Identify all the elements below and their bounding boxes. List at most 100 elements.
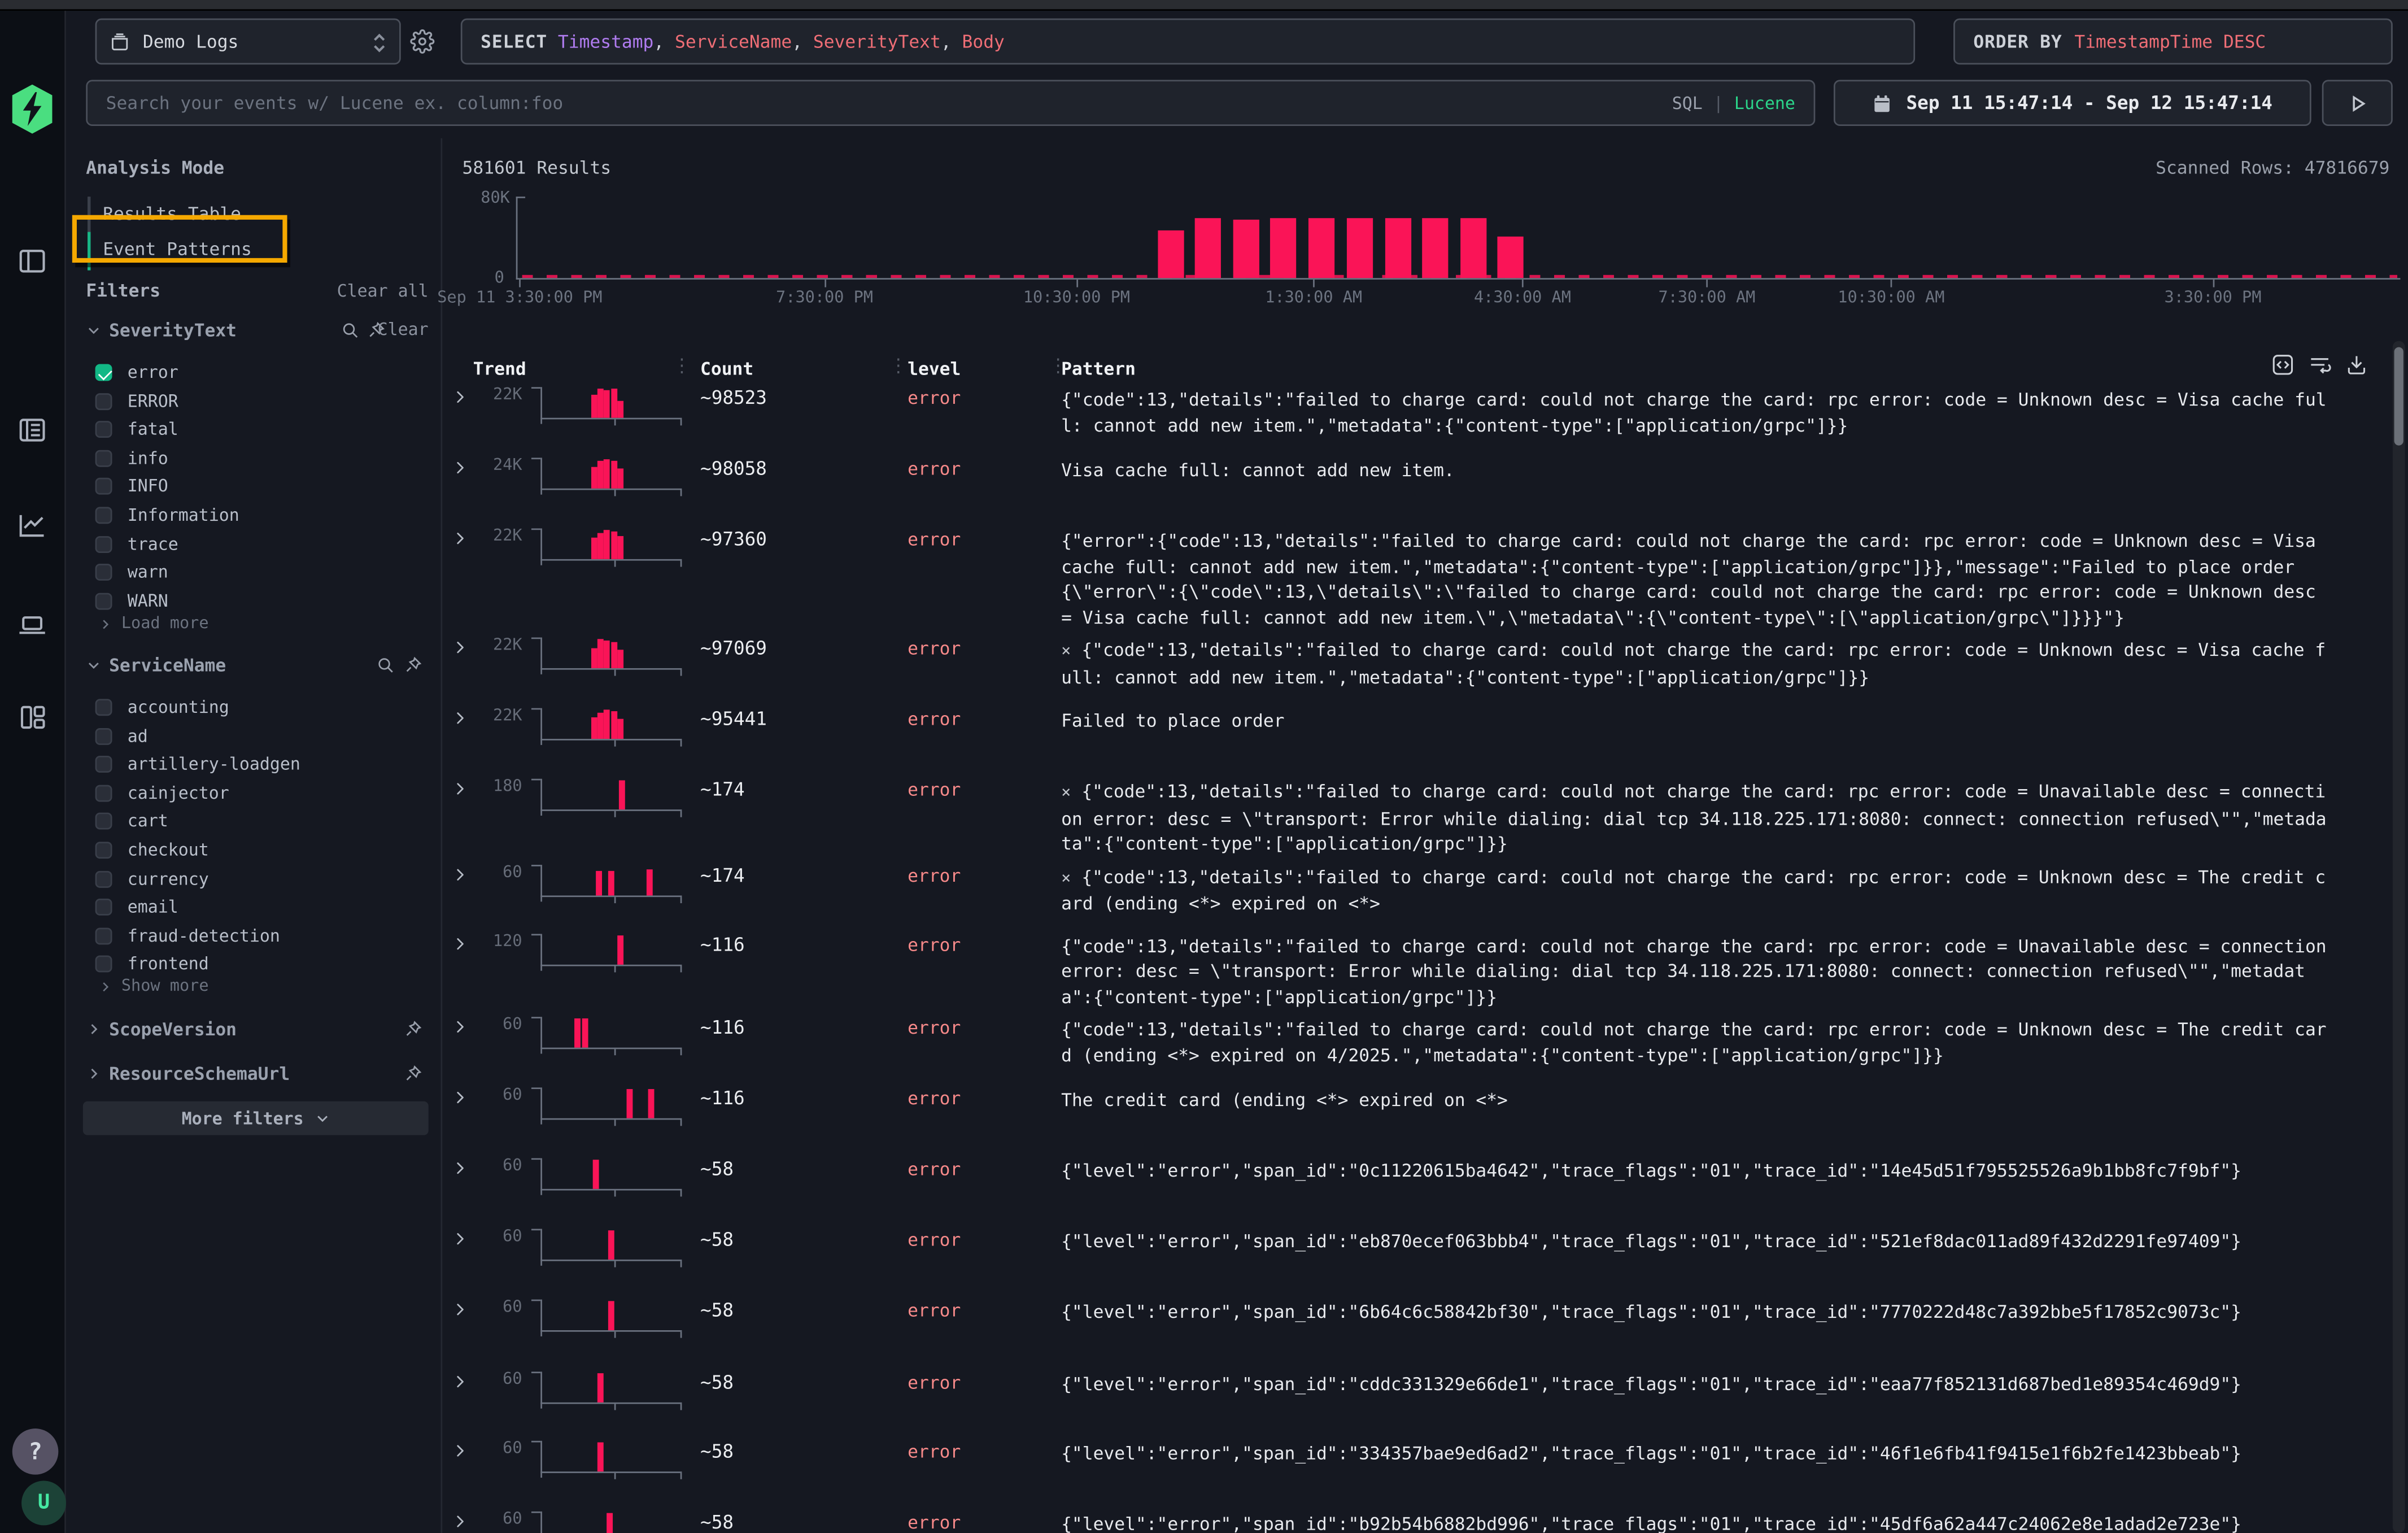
checkbox-severity[interactable] (95, 478, 112, 495)
col-pattern[interactable]: Pattern (1061, 358, 1136, 380)
time-range-picker[interactable]: Sep 11 15:47:14 - Sep 12 15:47:14 (1834, 80, 2311, 126)
row-expand-chevron-icon[interactable] (452, 380, 477, 406)
col-trend[interactable]: Trend (473, 358, 526, 380)
live-tail-button[interactable] (2322, 80, 2393, 126)
pattern-cell[interactable]: {"code":13,"details":"failed to charge c… (1061, 380, 2374, 438)
checkbox-severity[interactable] (95, 450, 112, 467)
pattern-cell[interactable]: ×{"code":13,"details":"failed to charge … (1061, 630, 2374, 690)
user-avatar[interactable]: U (21, 1481, 66, 1526)
download-icon[interactable] (2345, 353, 2368, 376)
filter-item-trace[interactable]: trace (95, 531, 178, 557)
pattern-row[interactable]: 60~58error{"level":"error","span_id":"eb… (442, 1221, 2374, 1292)
pattern-row[interactable]: 22K~98523error{"code":13,"details":"fail… (442, 380, 2374, 450)
pattern-row[interactable]: 60~58error{"level":"error","span_id":"6b… (442, 1292, 2374, 1364)
pin-icon[interactable] (404, 656, 422, 674)
checkbox-service[interactable] (95, 870, 112, 887)
pattern-row[interactable]: 60~116error{"code":13,"details":"failed … (442, 1009, 2374, 1080)
row-expand-chevron-icon[interactable] (452, 925, 477, 951)
show-more-button[interactable]: Show more (98, 977, 209, 996)
histogram-bar[interactable] (1195, 218, 1221, 278)
laptop-icon[interactable] (17, 610, 47, 641)
pattern-cell[interactable]: {"level":"error","span_id":"eb870ecef063… (1061, 1221, 2374, 1254)
pin-icon[interactable] (404, 1020, 422, 1039)
filter-item-frontend[interactable]: frontend (95, 951, 209, 977)
chart-line-icon[interactable] (17, 510, 47, 541)
filter-group-servicename[interactable]: ServiceName (86, 654, 226, 676)
checkbox-service[interactable] (95, 728, 112, 744)
row-expand-chevron-icon[interactable] (452, 771, 477, 797)
pattern-row[interactable]: 60~58error{"level":"error","span_id":"0c… (442, 1151, 2374, 1221)
histogram-bar[interactable] (1233, 220, 1259, 278)
source-select[interactable]: Demo Logs (95, 19, 401, 65)
row-expand-chevron-icon[interactable] (452, 1151, 477, 1177)
results-histogram[interactable]: 80K 0 (516, 194, 2397, 280)
column-resize-handle[interactable]: ⋮ (889, 355, 908, 376)
filter-item-ERROR[interactable]: ERROR (95, 388, 178, 414)
search-input[interactable]: Search your events w/ Lucene ex. column:… (86, 80, 1815, 126)
checkbox-severity[interactable] (95, 535, 112, 552)
histogram-bar[interactable] (1423, 218, 1449, 278)
checkbox-severity[interactable] (95, 393, 112, 410)
pattern-row[interactable]: 60~116errorThe credit card (ending <*> e… (442, 1080, 2374, 1151)
pattern-cell[interactable]: {"level":"error","span_id":"b92b54b6882b… (1061, 1504, 2374, 1533)
filter-item-warn[interactable]: warn (95, 559, 168, 585)
histogram-bar[interactable] (1158, 230, 1184, 278)
pattern-cell[interactable]: {"level":"error","span_id":"6b64c6c58842… (1061, 1292, 2374, 1325)
row-expand-chevron-icon[interactable] (452, 1009, 477, 1035)
row-expand-chevron-icon[interactable] (452, 1292, 477, 1318)
checkbox-service[interactable] (95, 813, 112, 830)
clear-all-button[interactable]: Clear all (337, 281, 429, 301)
checkbox-severity[interactable] (95, 564, 112, 581)
checkbox-service[interactable] (95, 956, 112, 973)
more-filters-button[interactable]: More filters (83, 1101, 429, 1135)
pattern-row[interactable]: 24K~98058errorVisa cache full: cannot ad… (442, 450, 2374, 521)
filter-item-artillery-loadgen[interactable]: artillery-loadgen (95, 751, 300, 777)
filter-group-severitytext[interactable]: SeverityText (86, 320, 237, 341)
checkbox-service[interactable] (95, 699, 112, 716)
gear-icon[interactable] (410, 29, 435, 54)
pattern-row[interactable]: 120~116error{"code":13,"details":"failed… (442, 925, 2374, 1009)
checkbox-service[interactable] (95, 899, 112, 916)
row-expand-chevron-icon[interactable] (452, 450, 477, 476)
histogram-bar[interactable] (1271, 218, 1297, 278)
checkbox-service[interactable] (95, 927, 112, 944)
pattern-cell[interactable]: Visa cache full: cannot add new item. (1061, 450, 2374, 483)
load-more-button[interactable]: Load more (98, 615, 209, 633)
search-icon[interactable] (341, 321, 360, 339)
histogram-bar[interactable] (1385, 218, 1411, 278)
histogram-bar[interactable] (1347, 218, 1373, 278)
filter-item-email[interactable]: email (95, 894, 178, 920)
scrollbar[interactable] (2393, 341, 2405, 1533)
checkbox-service[interactable] (95, 756, 112, 773)
pattern-cell[interactable]: ×{"code":13,"details":"failed to charge … (1061, 856, 2374, 916)
hyperdx-logo[interactable] (9, 85, 55, 134)
filter-item-accounting[interactable]: accounting (95, 694, 229, 720)
order-by-input[interactable]: ORDER BY TimestampTime DESC (1953, 19, 2393, 65)
filter-item-checkout[interactable]: checkout (95, 837, 209, 863)
search-icon[interactable] (376, 656, 395, 674)
pattern-cell[interactable]: Failed to place order (1061, 700, 2374, 733)
pattern-cell[interactable]: {"level":"error","span_id":"0c11220615ba… (1061, 1151, 2374, 1183)
pattern-row[interactable]: 22K~97360error{"error":{"code":13,"detai… (442, 521, 2374, 630)
pattern-row[interactable]: 60~58error{"level":"error","span_id":"cd… (442, 1364, 2374, 1433)
row-expand-chevron-icon[interactable] (452, 1364, 477, 1390)
filter-item-cart[interactable]: cart (95, 808, 168, 834)
select-query-input[interactable]: SELECT Timestamp, ServiceName, SeverityT… (461, 19, 1915, 65)
pattern-row[interactable]: 22K~97069error×{"code":13,"details":"fai… (442, 630, 2374, 700)
checkbox-severity[interactable] (95, 593, 112, 609)
pattern-cell[interactable]: The credit card (ending <*> expired on <… (1061, 1080, 2374, 1113)
severity-clear-button[interactable]: Clear (378, 320, 429, 339)
filter-item-currency[interactable]: currency (95, 866, 209, 892)
dashboard-grid-icon[interactable] (17, 702, 47, 733)
pin-icon[interactable] (404, 1065, 422, 1083)
filter-item-cainjector[interactable]: cainjector (95, 780, 229, 806)
pattern-cell[interactable]: ×{"code":13,"details":"failed to charge … (1061, 771, 2374, 856)
mode-lucene[interactable]: Lucene (1734, 93, 1795, 113)
filter-item-fraud-detection[interactable]: fraud-detection (95, 923, 280, 949)
row-expand-chevron-icon[interactable] (452, 521, 477, 547)
pattern-cell[interactable]: {"code":13,"details":"failed to charge c… (1061, 925, 2374, 1009)
filter-item-ad[interactable]: ad (95, 723, 148, 749)
pattern-cell[interactable]: {"level":"error","span_id":"cddc331329e6… (1061, 1364, 2374, 1397)
scrollbar-thumb[interactable] (2394, 347, 2403, 446)
filter-item-Information[interactable]: Information (95, 502, 239, 528)
